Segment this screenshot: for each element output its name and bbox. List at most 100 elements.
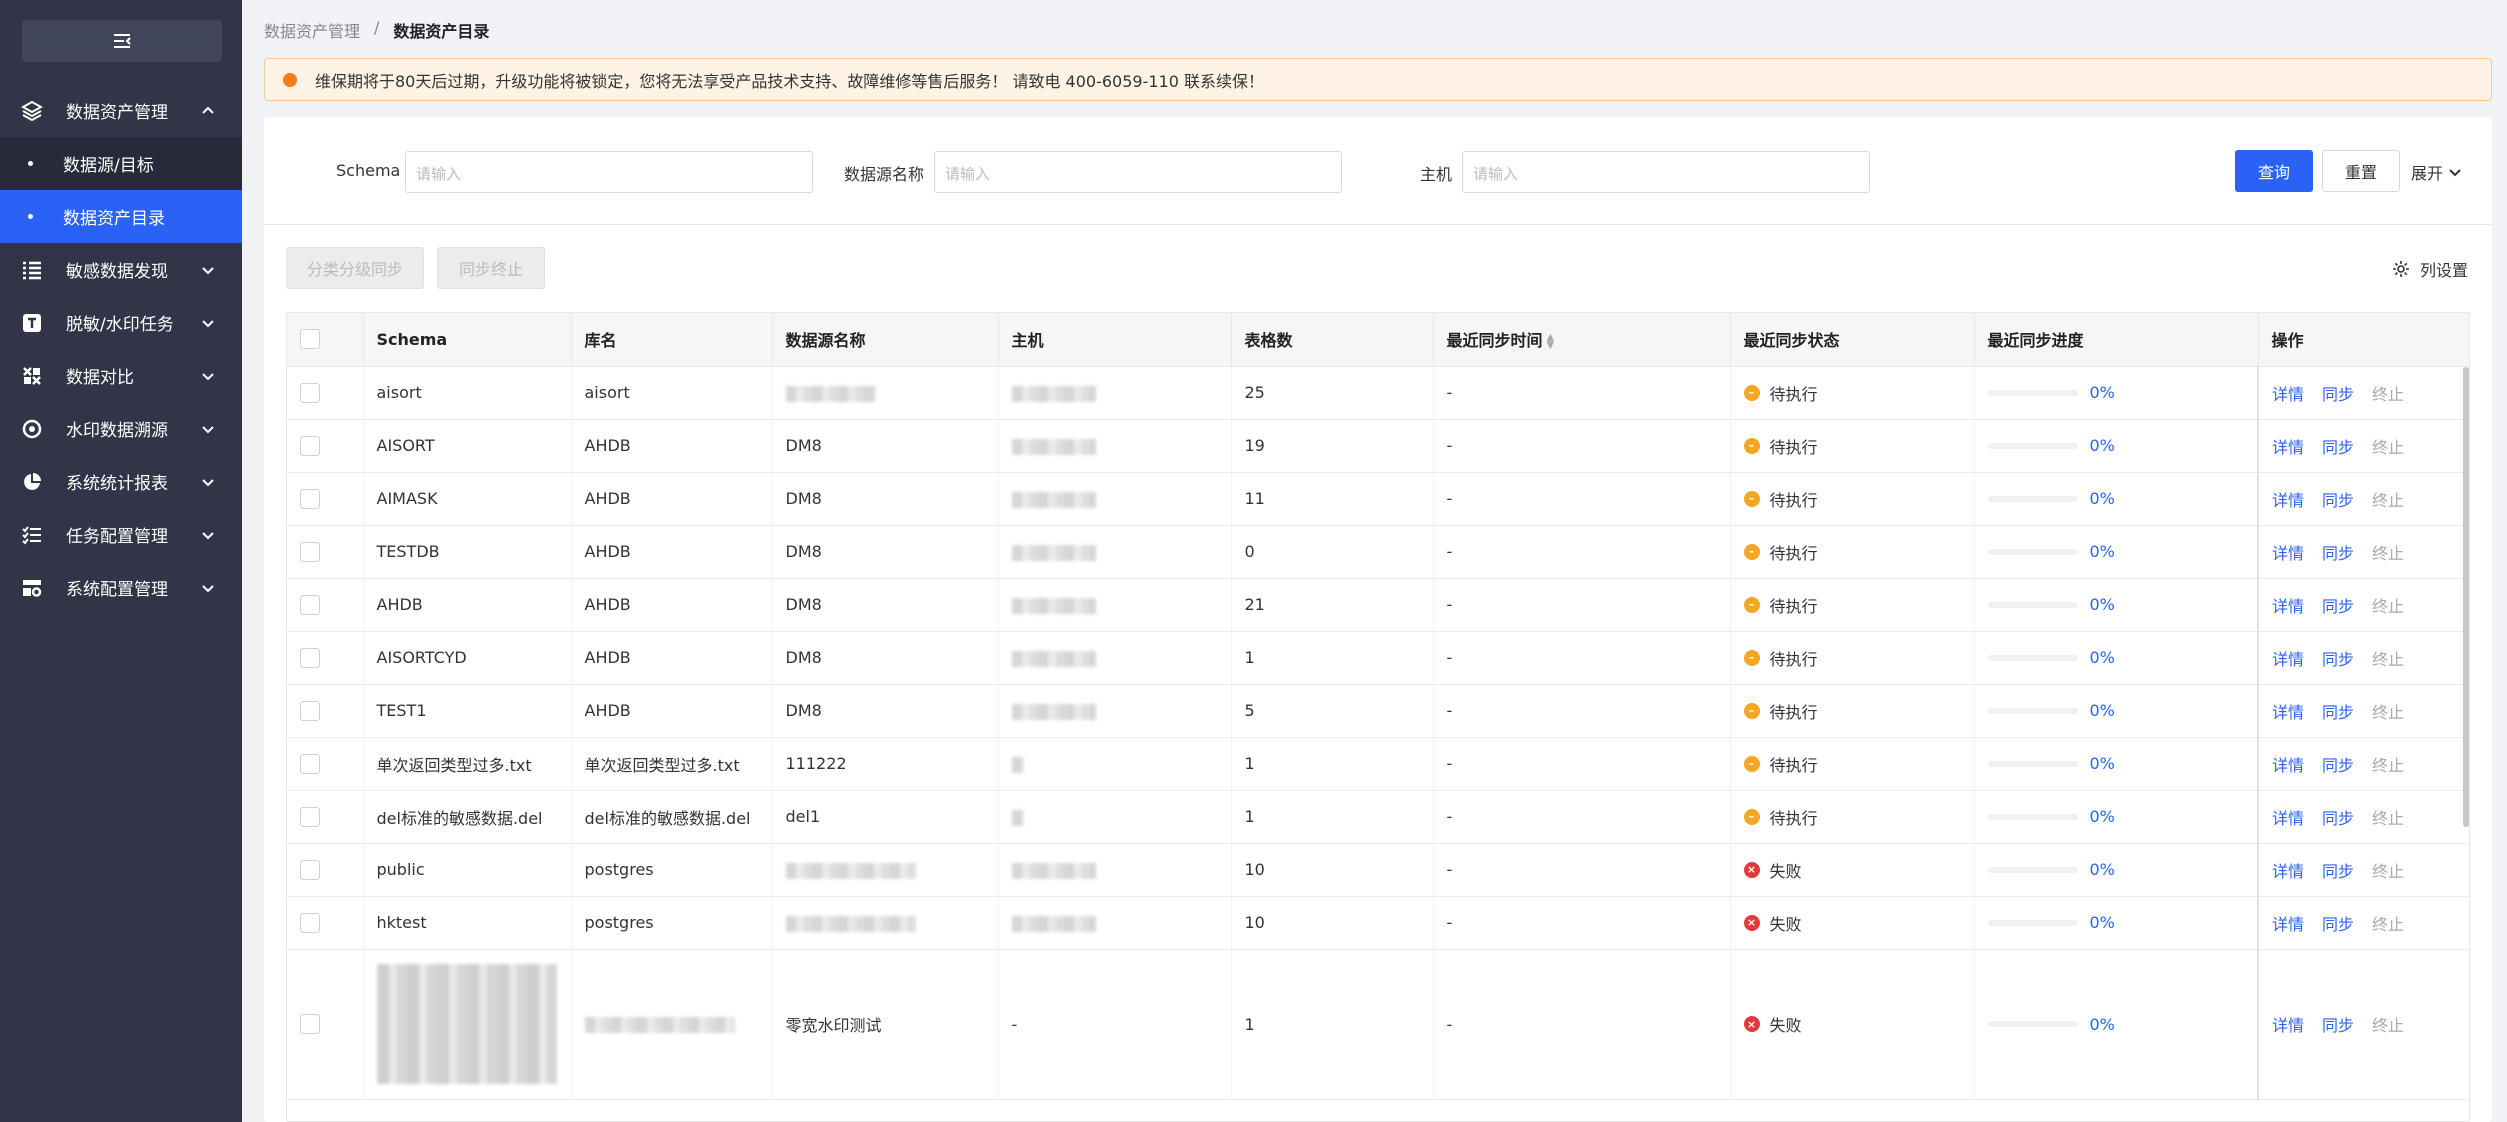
detail-link[interactable]: 详情 — [2272, 699, 2304, 723]
row-checkbox[interactable] — [300, 488, 320, 509]
select-cell — [287, 684, 364, 738]
reset-button[interactable]: 重置 — [2322, 150, 2400, 192]
breadcrumb-parent[interactable]: 数据资产管理 — [264, 18, 360, 42]
row-checkbox[interactable] — [300, 541, 320, 562]
row-checkbox[interactable] — [300, 1014, 320, 1034]
sidebar-item-datasource[interactable]: 数据源/目标 — [0, 137, 242, 190]
datasource-cell: DM8 — [772, 419, 999, 473]
error-icon: × — [1743, 861, 1760, 878]
query-button[interactable]: 查询 — [2235, 150, 2313, 192]
detail-link[interactable]: 详情 — [2272, 381, 2304, 405]
detail-link[interactable]: 详情 — [2272, 434, 2304, 458]
stop-link[interactable]: 终止 — [2372, 434, 2404, 458]
sidebar-item-mask-task[interactable]: 脱敏/水印任务 — [0, 296, 242, 349]
expand-toggle[interactable]: 展开 — [2411, 160, 2463, 184]
sync-link[interactable]: 同步 — [2322, 858, 2354, 882]
redacted-text — [1011, 809, 1024, 826]
sync-time-cell: - — [1433, 472, 1731, 526]
stop-link[interactable]: 终止 — [2372, 911, 2404, 935]
row-checkbox[interactable] — [300, 594, 320, 615]
table-row[interactable]: AHDB AHDB DM8 21 - – 待执行 0% 详情 同步 终止 — [287, 578, 2469, 632]
table-row[interactable]: aisort aisort 25 - – 待执行 0% 详情 同步 终止 — [287, 366, 2469, 420]
sync-link[interactable]: 同步 — [2322, 911, 2354, 935]
detail-link[interactable]: 详情 — [2272, 911, 2304, 935]
sort-icon[interactable]: ▲ ▼ — [1547, 332, 1555, 350]
datasource-input[interactable]: 请输入 — [934, 151, 1342, 193]
sync-link[interactable]: 同步 — [2322, 540, 2354, 564]
sync-link[interactable]: 同步 — [2322, 752, 2354, 776]
stop-link[interactable]: 终止 — [2372, 1012, 2404, 1036]
sync-link[interactable]: 同步 — [2322, 381, 2354, 405]
progress-text: 0% — [2089, 489, 2115, 508]
table-row[interactable]: TEST1 AHDB DM8 5 - – 待执行 0% 详情 同步 终止 — [287, 684, 2469, 738]
detail-link[interactable]: 详情 — [2272, 540, 2304, 564]
sync-status-cell: – 待执行 — [1730, 737, 1975, 791]
table-row[interactable]: AISORT AHDB DM8 19 - – 待执行 0% 详情 同步 终止 — [287, 419, 2469, 473]
sync-link[interactable]: 同步 — [2322, 1012, 2354, 1036]
stop-link[interactable]: 终止 — [2372, 805, 2404, 829]
row-checkbox[interactable] — [300, 435, 320, 456]
stop-link[interactable]: 终止 — [2372, 752, 2404, 776]
select-all-checkbox[interactable] — [300, 329, 320, 350]
stop-link[interactable]: 终止 — [2372, 699, 2404, 723]
sidebar-item-reports[interactable]: 系统统计报表 — [0, 455, 242, 508]
stop-link[interactable]: 终止 — [2372, 646, 2404, 670]
sidebar-item-task-config[interactable]: 任务配置管理 — [0, 508, 242, 561]
sync-stop-button[interactable]: 同步终止 — [437, 247, 545, 289]
schema-input[interactable]: 请输入 — [405, 151, 813, 193]
stop-link[interactable]: 终止 — [2372, 593, 2404, 617]
row-checkbox[interactable] — [300, 859, 320, 880]
sync-link[interactable]: 同步 — [2322, 434, 2354, 458]
detail-link[interactable]: 详情 — [2272, 752, 2304, 776]
table-row[interactable]: AISORTCYD AHDB DM8 1 - – 待执行 0% 详情 同步 终止 — [287, 631, 2469, 685]
sidebar-item-asset-catalog[interactable]: 数据资产目录 — [0, 190, 242, 243]
column-settings-button[interactable]: 列设置 — [2392, 257, 2468, 281]
row-checkbox[interactable] — [300, 647, 320, 668]
sync-link[interactable]: 同步 — [2322, 593, 2354, 617]
table-scrollbar[interactable] — [2463, 367, 2469, 827]
collapse-sidebar-button[interactable] — [22, 20, 222, 62]
row-checkbox[interactable] — [300, 753, 320, 774]
sidebar-item-asset-management[interactable]: 数据资产管理 — [0, 84, 242, 137]
pending-icon: – — [1743, 702, 1760, 719]
host-input[interactable]: 请输入 — [1462, 151, 1870, 193]
sync-link[interactable]: 同步 — [2322, 805, 2354, 829]
classify-sync-button[interactable]: 分类分级同步 — [286, 247, 424, 289]
table-row[interactable]: TESTDB AHDB DM8 0 - – 待执行 0% 详情 同步 终止 — [287, 525, 2469, 579]
sidebar-item-label: 脱敏/水印任务 — [66, 315, 174, 335]
sidebar-item-system-config[interactable]: 系统配置管理 — [0, 561, 242, 614]
col-header-sync-time[interactable]: 最近同步时间 ▲ ▼ — [1433, 313, 1731, 367]
table-row[interactable]: del标准的敏感数据.del del标准的敏感数据.del del1 1 - – 待执行 0%… — [287, 790, 2469, 844]
detail-link[interactable]: 详情 — [2272, 646, 2304, 670]
stop-link[interactable]: 终止 — [2372, 381, 2404, 405]
bullet-icon — [28, 161, 33, 166]
detail-link[interactable]: 详情 — [2272, 805, 2304, 829]
host-cell — [998, 631, 1232, 685]
sync-link[interactable]: 同步 — [2322, 487, 2354, 511]
detail-link[interactable]: 详情 — [2272, 593, 2304, 617]
schema-cell: AIMASK — [363, 472, 572, 526]
row-checkbox[interactable] — [300, 912, 320, 933]
stop-link[interactable]: 终止 — [2372, 540, 2404, 564]
detail-link[interactable]: 详情 — [2272, 1012, 2304, 1036]
sidebar-item-watermark-trace[interactable]: 水印数据溯源 — [0, 402, 242, 455]
row-checkbox[interactable] — [300, 806, 320, 827]
sidebar-item-sensitive-discovery[interactable]: 敏感数据发现 — [0, 243, 242, 296]
detail-link[interactable]: 详情 — [2272, 487, 2304, 511]
sidebar-item-data-compare[interactable]: 数据对比 — [0, 349, 242, 402]
row-checkbox[interactable] — [300, 382, 320, 403]
table-row[interactable]: AIMASK AHDB DM8 11 - – 待执行 0% 详情 同步 终止 — [287, 472, 2469, 526]
table-row[interactable]: public postgres 10 - × 失败 0% 详情 同步 终止 — [287, 843, 2469, 897]
sync-link[interactable]: 同步 — [2322, 699, 2354, 723]
stop-link[interactable]: 终止 — [2372, 858, 2404, 882]
datasource-cell: DM8 — [772, 525, 999, 579]
stop-link[interactable]: 终止 — [2372, 487, 2404, 511]
db-cell: AHDB — [571, 631, 773, 685]
table-row[interactable]: 单次返回类型过多.txt 单次返回类型过多.txt 111222 1 - – 待执行 0% 详情… — [287, 737, 2469, 791]
table-row[interactable]: 零宽水印测试 - 1 - × 失败 0% 详情 同步 终止 — [287, 949, 2469, 1100]
sync-link[interactable]: 同步 — [2322, 646, 2354, 670]
row-checkbox[interactable] — [300, 700, 320, 721]
detail-link[interactable]: 详情 — [2272, 858, 2304, 882]
redacted-block — [376, 964, 557, 1084]
table-row[interactable]: hktest postgres 10 - × 失败 0% 详情 同步 终止 — [287, 896, 2469, 950]
